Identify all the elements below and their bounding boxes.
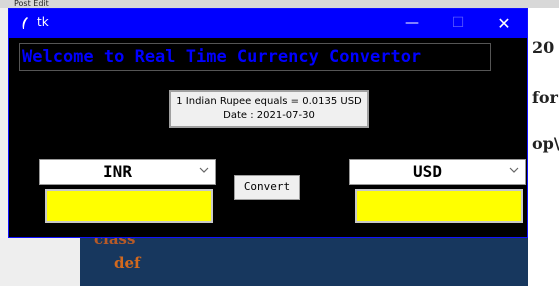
window-title: tk: [37, 15, 49, 29]
background-left-strip: [0, 238, 80, 286]
to-currency-select[interactable]: USD: [349, 159, 526, 185]
convert-button[interactable]: Convert: [234, 175, 300, 200]
maximize-button[interactable]: ☐: [435, 9, 481, 38]
background-code-keyword: def: [114, 254, 141, 272]
app-window: tk — ☐ ✕ Welcome to Real Time Currency C…: [8, 8, 528, 238]
title-bar[interactable]: tk — ☐ ✕: [9, 9, 527, 38]
background-tab: Post Edit: [14, 0, 49, 8]
exchange-rate-label: 1 Indian Rupee equals = 0.0135 USD Date …: [169, 90, 369, 128]
welcome-heading: Welcome to Real Time Currency Convertor: [19, 43, 491, 71]
background-text: op\: [532, 134, 559, 153]
to-currency-value: USD: [413, 162, 442, 181]
chevron-down-icon[interactable]: [197, 164, 211, 178]
to-amount-output[interactable]: [355, 189, 523, 223]
background-taskbar: Post Edit: [0, 0, 559, 8]
chevron-down-icon[interactable]: [507, 164, 521, 178]
tk-feather-icon: [21, 16, 28, 30]
from-currency-value: INR: [103, 162, 132, 181]
background-left-panel: [0, 8, 8, 238]
from-currency-select[interactable]: INR: [39, 159, 216, 185]
background-text: 20: [532, 38, 555, 57]
background-code-editor: [80, 238, 528, 286]
rate-line: 1 Indian Rupee equals = 0.0135 USD: [176, 96, 362, 107]
date-line: Date : 2021-07-30: [223, 110, 315, 121]
minimize-button[interactable]: —: [389, 9, 435, 38]
close-button[interactable]: ✕: [481, 9, 527, 38]
background-document: 20 for op\: [528, 8, 559, 286]
from-amount-input[interactable]: [45, 189, 213, 223]
background-text: for: [532, 88, 558, 107]
